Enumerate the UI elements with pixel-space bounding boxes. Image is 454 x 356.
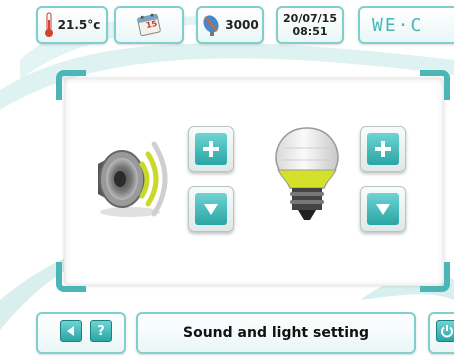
light-bulb-icon: [275, 127, 339, 220]
panel-corner-bottom-left: [56, 262, 86, 292]
counter-value: 3000: [225, 18, 259, 32]
counter-tile[interactable]: 3000: [196, 6, 264, 44]
date-text: 20/07/15: [283, 12, 337, 25]
help-label: ?: [97, 323, 105, 339]
volume-increase-button[interactable]: [188, 126, 234, 172]
page-title: Sound and light setting: [183, 325, 369, 341]
temperature-value: 21.5°c: [57, 18, 101, 32]
brightness-increase-button[interactable]: [360, 126, 406, 172]
brightness-decrease-button[interactable]: [360, 186, 406, 232]
satellite-dish-icon: [203, 15, 219, 36]
temperature-tile[interactable]: 21.5°c: [36, 6, 108, 44]
panel-corner-top-right: [420, 70, 450, 100]
help-button[interactable]: ?: [90, 320, 112, 342]
plus-icon: [375, 141, 391, 157]
power-button[interactable]: [436, 320, 454, 342]
datetime-tile[interactable]: 20/07/15 08:51: [276, 6, 344, 44]
logo-tile: WE·C: [358, 6, 454, 44]
back-button[interactable]: [60, 320, 82, 342]
panel-corner-top-left: [56, 70, 86, 100]
panel-corner-bottom-right: [420, 262, 450, 292]
triangle-down-icon: [204, 204, 218, 215]
volume-decrease-button[interactable]: [188, 186, 234, 232]
speaker-icon: [98, 141, 168, 217]
triangle-down-icon: [376, 204, 390, 215]
triangle-left-icon: [67, 326, 74, 336]
calendar-tile[interactable]: 15: [114, 6, 184, 44]
time-text: 08:51: [292, 25, 328, 38]
thermometer-icon: [44, 12, 53, 37]
logo-text: WE·C: [372, 14, 424, 36]
power-icon: [441, 325, 453, 338]
plus-icon: [203, 141, 219, 157]
